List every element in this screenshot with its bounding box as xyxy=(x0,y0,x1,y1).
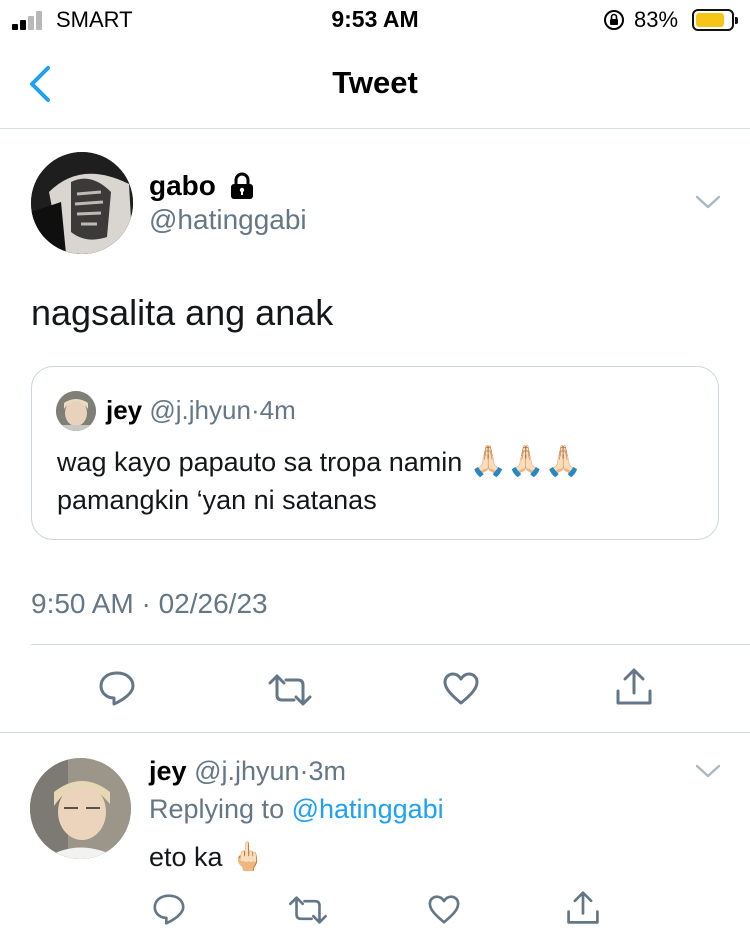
reply-icon xyxy=(99,671,135,706)
share-icon xyxy=(567,891,599,924)
like-icon xyxy=(428,895,460,924)
reply-text: eto ka xyxy=(149,842,223,872)
quoted-separator: · xyxy=(250,395,260,425)
reply-like-button[interactable] xyxy=(427,894,461,924)
chevron-down-icon xyxy=(695,195,721,209)
author-avatar[interactable] xyxy=(31,152,133,254)
middle-finger-emoji: 🖕🏻 xyxy=(230,841,265,872)
nav-divider xyxy=(0,128,750,129)
tweet-divider xyxy=(0,732,750,733)
share-button[interactable] xyxy=(614,667,654,707)
retweet-button[interactable] xyxy=(268,673,312,707)
author-handle[interactable]: @hatinggabi xyxy=(149,204,307,236)
tweet-timestamp: 9:50 AM · 02/26/23 xyxy=(31,588,268,619)
tweet-text: nagsalita ang anak xyxy=(31,292,334,333)
reply-button[interactable] xyxy=(98,670,136,706)
like-button[interactable] xyxy=(442,671,480,705)
quoted-author-handle: @j.jhyun xyxy=(149,395,251,425)
reply-author-avatar[interactable] xyxy=(30,758,131,859)
reply-age: 3m xyxy=(308,756,347,786)
status-bar: SMART 9:53 AM 83% xyxy=(0,0,750,40)
quoted-age: 4m xyxy=(259,395,296,425)
orientation-lock-icon xyxy=(603,9,625,36)
reply-separator: · xyxy=(299,756,309,786)
lock-icon xyxy=(228,172,256,200)
reply-retweet-button[interactable] xyxy=(288,895,328,925)
reply-options-button[interactable] xyxy=(694,762,722,780)
reply-icon xyxy=(153,894,185,925)
quoted-text-line1: wag kayo papauto sa tropa namin xyxy=(57,447,463,477)
praying-hands-emoji: 🙏🏻🙏🏻🙏🏻 xyxy=(469,445,582,478)
reply-author-name[interactable]: jey xyxy=(149,756,187,786)
retweet-icon xyxy=(289,896,327,924)
reply-reply-button[interactable] xyxy=(152,893,186,925)
page-title: Tweet xyxy=(332,65,418,100)
quoted-text-line2: pamangkin ‘yan ni satanas xyxy=(57,485,377,515)
replying-to-prefix: Replying to xyxy=(149,794,285,824)
retweet-icon xyxy=(268,674,312,706)
reply-author-handle[interactable]: @j.jhyun xyxy=(194,756,299,786)
quoted-tweet-card[interactable]: jey @j.jhyun·4m wag kayo papauto sa trop… xyxy=(31,366,719,540)
like-icon xyxy=(443,672,479,705)
reply-share-button[interactable] xyxy=(565,890,601,926)
battery-icon xyxy=(692,9,738,31)
replying-to-link[interactable]: @hatinggabi xyxy=(292,794,444,824)
author-name[interactable]: gabo xyxy=(149,170,216,202)
timestamp-divider xyxy=(31,644,750,645)
share-icon xyxy=(616,668,652,705)
chevron-down-icon xyxy=(695,764,721,778)
quoted-author-avatar xyxy=(56,391,96,431)
battery-percentage: 83% xyxy=(634,7,679,32)
tweet-options-button[interactable] xyxy=(694,193,722,211)
quoted-author-name: jey xyxy=(106,395,143,425)
